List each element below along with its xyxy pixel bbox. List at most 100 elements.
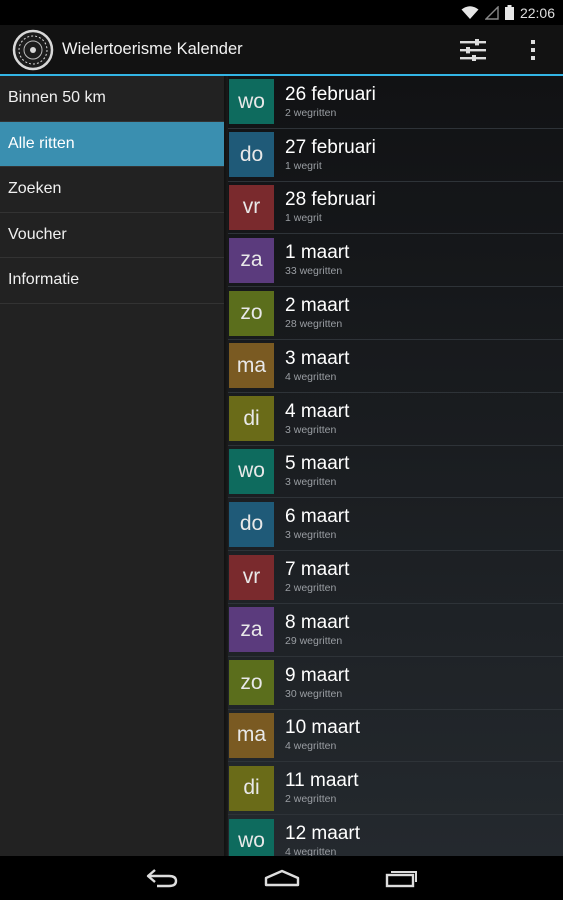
drawer-item-label: Informatie bbox=[8, 271, 80, 289]
ride-date-row[interactable]: wo 26 februari 2 wegritten bbox=[228, 76, 563, 129]
drawer-item-zoeken[interactable]: Zoeken bbox=[0, 167, 224, 213]
drawer-item-informatie[interactable]: Informatie bbox=[0, 258, 224, 304]
ride-date-text: 11 maart 2 wegritten bbox=[285, 770, 359, 806]
home-icon bbox=[264, 869, 299, 887]
filter-sliders-icon bbox=[460, 38, 486, 61]
ride-date-row[interactable]: wo 5 maart 3 wegritten bbox=[228, 446, 563, 499]
weekday-badge: ma bbox=[229, 712, 274, 758]
ride-date-text: 7 maart 2 wegritten bbox=[285, 559, 349, 595]
ride-date: 26 februari bbox=[285, 83, 376, 105]
drawer-item-alle-ritten[interactable]: Alle ritten bbox=[0, 121, 224, 167]
ride-count: 4 wegritten bbox=[285, 846, 337, 856]
status-time: 22:06 bbox=[519, 4, 555, 21]
weekday-badge: zo bbox=[229, 290, 274, 336]
drawer-item-label: Alle ritten bbox=[8, 134, 75, 152]
ride-date-row[interactable]: di 4 maart 3 wegritten bbox=[228, 393, 563, 446]
ride-date-row[interactable]: wo 12 maart 4 wegritten bbox=[228, 815, 563, 856]
ride-count: 2 wegritten bbox=[285, 106, 337, 119]
ride-date-text: 2 maart 28 wegritten bbox=[285, 295, 349, 331]
ride-date: 8 maart bbox=[285, 611, 350, 633]
wifi-icon bbox=[461, 5, 479, 19]
ride-date-row[interactable]: ma 3 maart 4 wegritten bbox=[228, 340, 563, 393]
ride-date-row[interactable]: za 1 maart 33 wegritten bbox=[228, 234, 563, 288]
ride-date-text: 27 februari 1 wegrit bbox=[285, 137, 376, 173]
app-title: Wielertoerisme Kalender bbox=[62, 40, 243, 58]
weekday-badge: di bbox=[229, 396, 274, 442]
ride-count: 2 wegritten bbox=[285, 793, 337, 806]
ride-date: 2 maart bbox=[285, 295, 350, 317]
ride-count: 3 wegritten bbox=[285, 476, 337, 489]
drawer-item-label: Voucher bbox=[8, 225, 67, 243]
ride-date-row[interactable]: vr 28 februari 1 wegrit bbox=[228, 182, 563, 235]
ride-date-row[interactable]: do 27 februari 1 wegrit bbox=[228, 129, 563, 182]
ride-date-row[interactable]: za 8 maart 29 wegritten bbox=[228, 604, 563, 657]
ride-date-text: 9 maart 30 wegritten bbox=[285, 665, 349, 701]
ride-date: 27 februari bbox=[285, 136, 376, 158]
ride-date-text: 26 februari 2 wegritten bbox=[285, 84, 376, 120]
overflow-menu-button[interactable] bbox=[503, 25, 563, 74]
ride-date: 6 maart bbox=[285, 506, 350, 528]
action-bar: Wielertoerisme Kalender bbox=[0, 25, 563, 74]
ride-date-text: 5 maart 3 wegritten bbox=[285, 453, 349, 489]
weekday-badge: zo bbox=[229, 660, 274, 706]
ride-date-text: 12 maart 4 wegritten bbox=[285, 823, 360, 856]
ride-date-row[interactable]: vr 7 maart 2 wegritten bbox=[228, 551, 563, 604]
battery-icon bbox=[504, 5, 514, 20]
ride-count: 2 wegritten bbox=[285, 582, 337, 595]
ride-count: 1 wegrit bbox=[285, 159, 322, 172]
ride-date-text: 1 maart 33 wegritten bbox=[285, 242, 349, 278]
ride-date-row[interactable]: do 6 maart 3 wegritten bbox=[228, 498, 563, 552]
ride-date-text: 8 maart 29 wegritten bbox=[285, 612, 349, 648]
weekday-badge: wo bbox=[229, 448, 274, 494]
drawer-item-voucher[interactable]: Voucher bbox=[0, 213, 224, 258]
ride-date-row[interactable]: zo 9 maart 30 wegritten bbox=[228, 657, 563, 710]
system-navigation-bar bbox=[0, 856, 563, 900]
drawer-item-binnen-50-km[interactable]: Binnen 50 km bbox=[0, 76, 224, 122]
ride-date: 9 maart bbox=[285, 664, 350, 686]
ride-count: 3 wegritten bbox=[285, 529, 337, 542]
ride-date-row[interactable]: ma 10 maart 4 wegritten bbox=[228, 710, 563, 763]
ride-date-text: 3 maart 4 wegritten bbox=[285, 348, 349, 384]
ride-date-text: 28 februari 1 wegrit bbox=[285, 189, 376, 225]
drawer-item-label: Zoeken bbox=[8, 180, 62, 198]
ride-date: 7 maart bbox=[285, 559, 350, 581]
ride-count: 30 wegritten bbox=[285, 687, 343, 700]
drawer-item-label: Binnen 50 km bbox=[8, 89, 106, 107]
ride-date: 11 maart bbox=[285, 770, 359, 792]
ride-count: 29 wegritten bbox=[285, 634, 343, 647]
filter-button[interactable] bbox=[443, 25, 503, 74]
ride-date: 3 maart bbox=[285, 347, 350, 369]
ride-date-row[interactable]: di 11 maart 2 wegritten bbox=[228, 762, 563, 816]
ride-date: 1 maart bbox=[285, 242, 350, 264]
ride-date-text: 10 maart 4 wegritten bbox=[285, 717, 360, 753]
weekday-badge: di bbox=[229, 765, 274, 811]
weekday-badge: wo bbox=[229, 79, 274, 125]
weekday-badge: vr bbox=[229, 554, 274, 600]
weekday-badge: za bbox=[229, 237, 274, 283]
ride-date-row[interactable]: zo 2 maart 28 wegritten bbox=[228, 287, 563, 340]
ride-date: 28 februari bbox=[285, 189, 376, 211]
signal-icon bbox=[484, 5, 499, 20]
weekday-badge: wo bbox=[229, 818, 274, 856]
ride-date: 12 maart bbox=[285, 823, 360, 845]
weekday-badge: do bbox=[229, 501, 274, 547]
ride-date-text: 4 maart 3 wegritten bbox=[285, 401, 349, 437]
recent-apps-button[interactable] bbox=[377, 856, 427, 900]
weekday-badge: vr bbox=[229, 184, 274, 230]
ride-count: 28 wegritten bbox=[285, 318, 343, 331]
ride-count: 1 wegrit bbox=[285, 212, 322, 225]
ride-count: 3 wegritten bbox=[285, 423, 337, 436]
weekday-badge: za bbox=[229, 607, 274, 653]
ride-date: 5 maart bbox=[285, 453, 350, 475]
ride-count: 33 wegritten bbox=[285, 265, 343, 278]
back-button[interactable] bbox=[137, 856, 187, 900]
ride-date-text: 6 maart 3 wegritten bbox=[285, 506, 349, 542]
ride-date-list[interactable]: wo 26 februari 2 wegritten do 27 februari 1 w… bbox=[228, 76, 563, 856]
app-logo-icon[interactable] bbox=[12, 29, 54, 71]
status-bar: 22:06 bbox=[0, 0, 563, 25]
weekday-badge: do bbox=[229, 132, 274, 178]
home-button[interactable] bbox=[257, 856, 307, 900]
ride-count: 4 wegritten bbox=[285, 370, 337, 383]
navigation-drawer: Binnen 50 km Alle ritten Zoeken Voucher … bbox=[0, 76, 224, 856]
ride-date: 4 maart bbox=[285, 400, 350, 422]
